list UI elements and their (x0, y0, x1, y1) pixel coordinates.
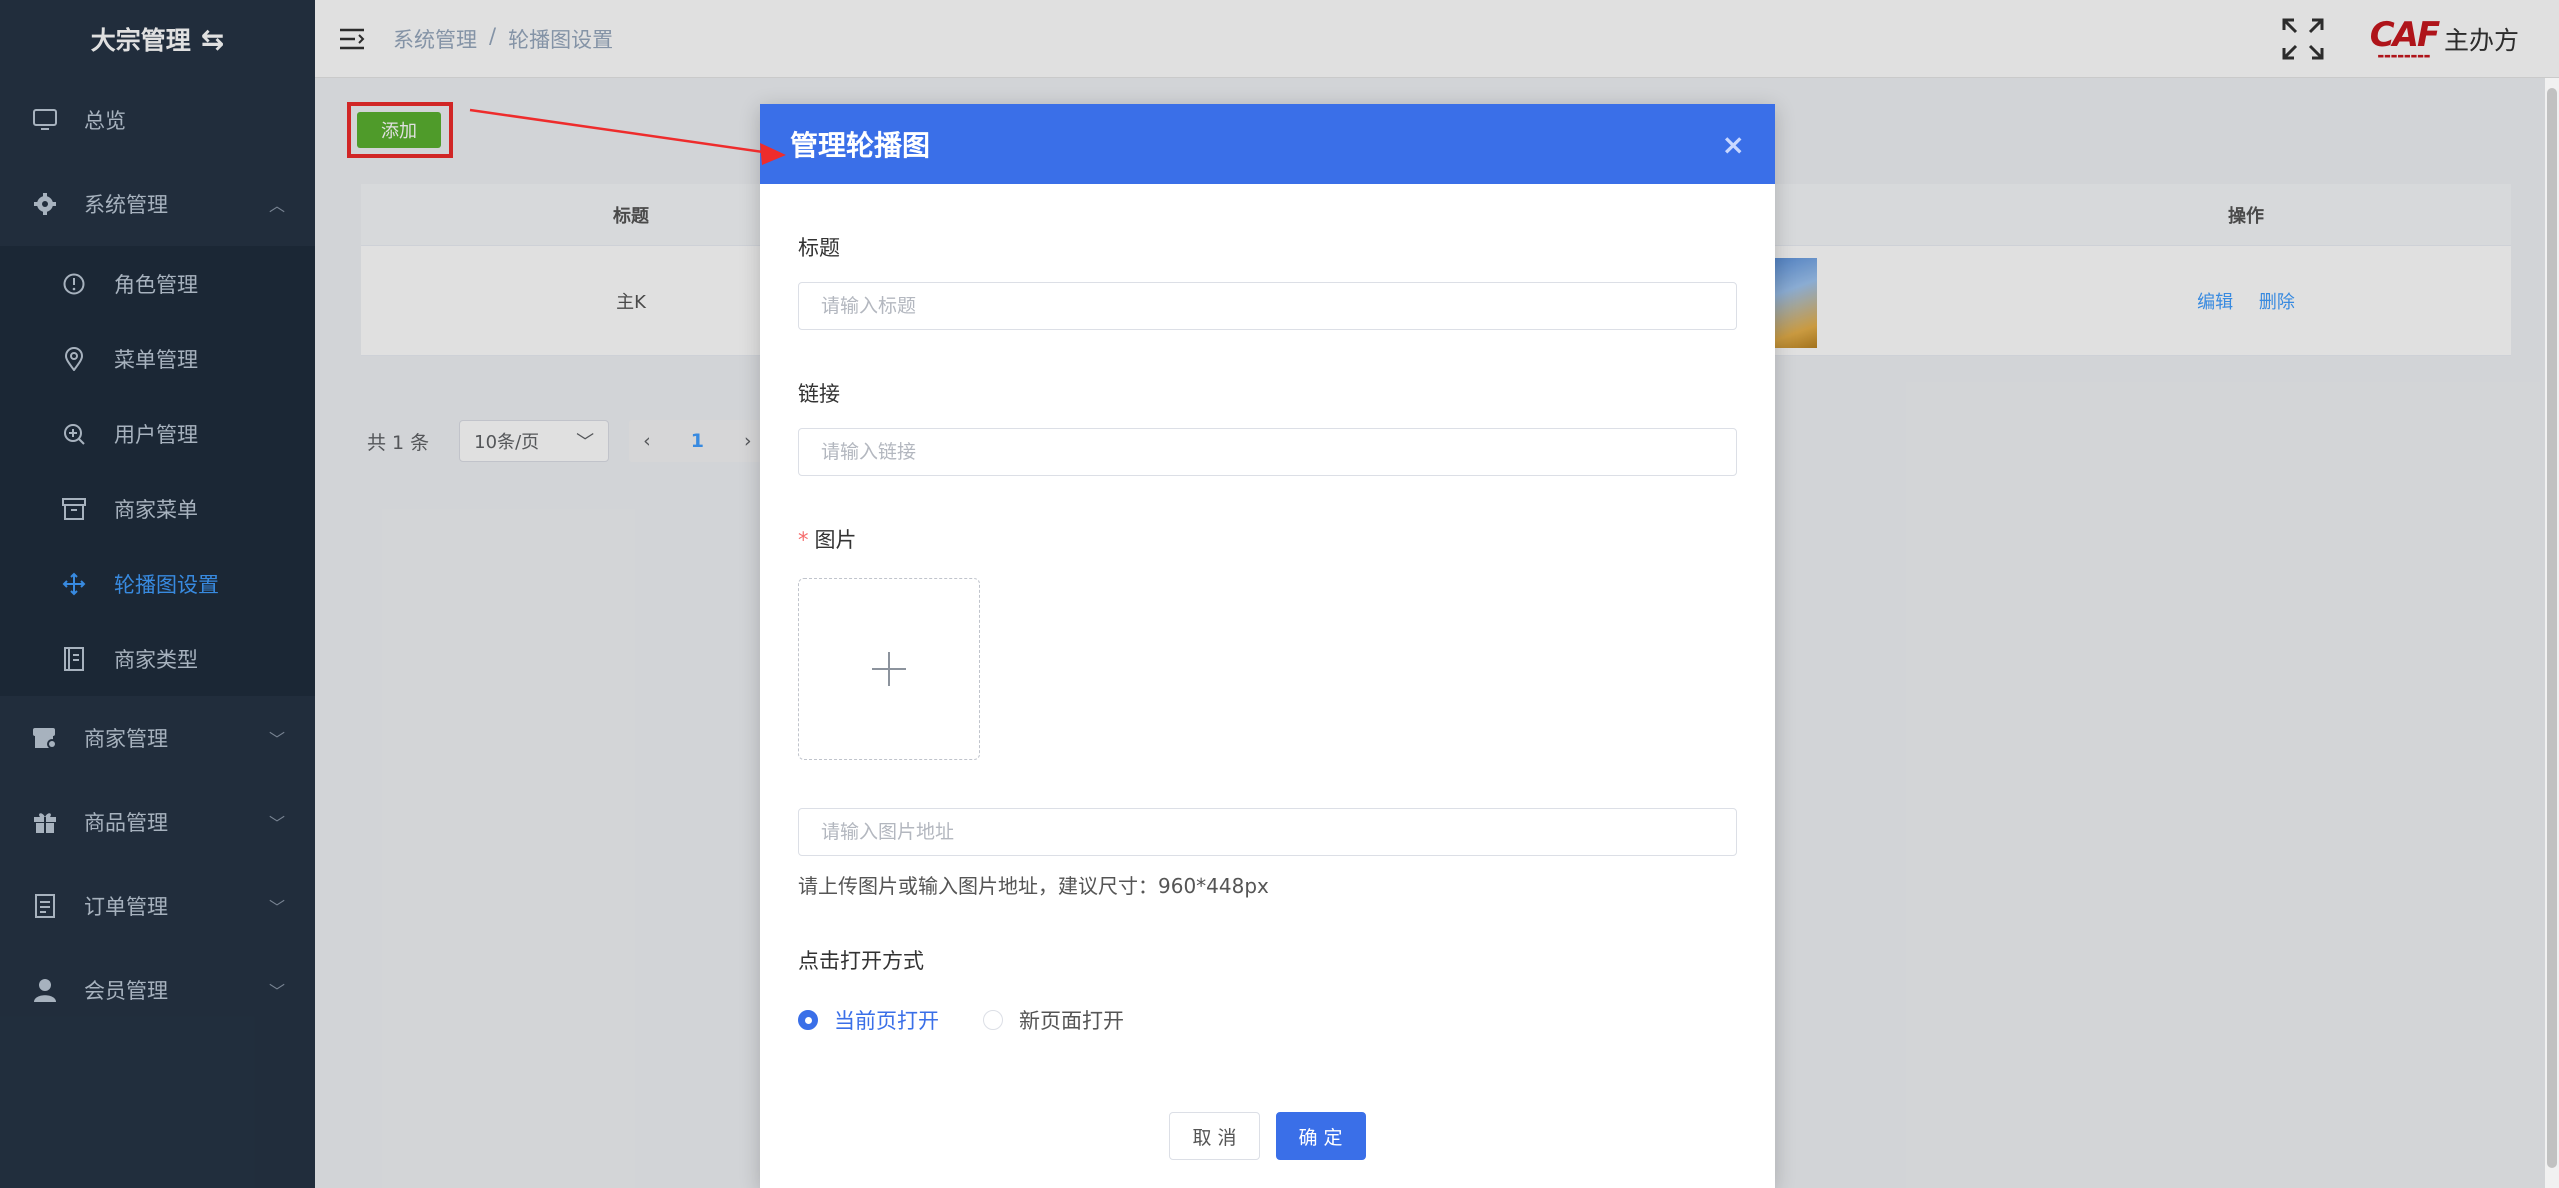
dialog-title: 管理轮播图 (790, 129, 931, 162)
image-label: * 图片 (798, 524, 1737, 554)
radio-new-page[interactable]: 新页面打开 (983, 1005, 1124, 1035)
image-label-text: 图片 (814, 528, 857, 552)
radio-label: 新页面打开 (1019, 1009, 1124, 1033)
confirm-button[interactable]: 确 定 (1275, 1112, 1366, 1160)
radio-unchecked-icon (983, 1010, 1003, 1030)
link-input[interactable] (798, 428, 1737, 476)
radio-current-page[interactable]: 当前页打开 (798, 1005, 939, 1035)
dialog-header: 管理轮播图 × (760, 104, 1775, 184)
title-label: 标题 (798, 236, 840, 260)
cancel-button[interactable]: 取 消 (1169, 1112, 1260, 1160)
page-scrollbar[interactable] (2545, 78, 2559, 1188)
open-mode-label: 点击打开方式 (798, 949, 924, 973)
link-label: 链接 (798, 382, 840, 406)
image-hint: 请上传图片或输入图片地址，建议尺寸：960*448px (798, 874, 1269, 898)
dialog-footer: 取 消 确 定 (760, 1112, 1775, 1160)
carousel-form: 标题 链接 *图片 请上传图片或输入图片地址，建议尺寸：960*448px 点击… (760, 232, 1775, 1035)
radio-label: 当前页打开 (834, 1009, 939, 1033)
required-mark: * (798, 528, 809, 552)
plus-icon (872, 652, 906, 686)
radio-checked-icon (798, 1010, 818, 1030)
image-url-input[interactable] (798, 808, 1737, 856)
close-icon[interactable]: × (1722, 128, 1745, 161)
title-input[interactable] (798, 282, 1737, 330)
open-mode-radio-group: 当前页打开 新页面打开 (798, 1005, 1737, 1035)
scrollbar-thumb[interactable] (2547, 88, 2557, 1168)
carousel-dialog: 管理轮播图 × 标题 链接 *图片 请上传图片或输入图片地址，建议尺寸：960*… (760, 104, 1775, 1188)
image-uploader[interactable] (798, 578, 980, 760)
